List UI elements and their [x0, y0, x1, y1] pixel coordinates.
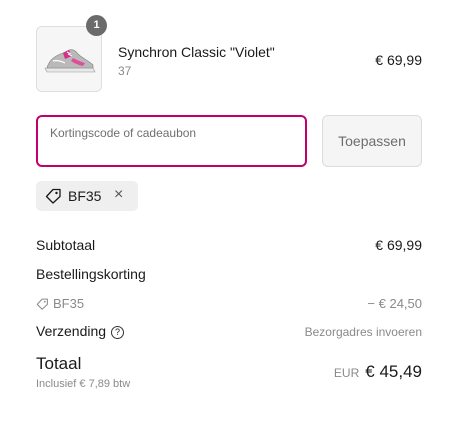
- total-label: Totaal: [36, 354, 82, 373]
- product-price: € 69,99: [375, 52, 422, 68]
- subtotal-label: Subtotaal: [36, 237, 96, 253]
- tag-icon: [36, 298, 48, 310]
- apply-discount-button[interactable]: Toepassen: [322, 115, 422, 167]
- discount-field-container[interactable]: [36, 115, 307, 167]
- total-value: EUR € 45,49: [334, 362, 422, 382]
- shipping-value: Bezorgadres invoeren: [304, 325, 422, 339]
- subtotal-value: € 69,99: [375, 237, 422, 253]
- product-name: Synchron Classic "Violet": [118, 44, 275, 60]
- summary-discount-code: BF35: [36, 296, 84, 311]
- applied-discount-chip: BF35 ×: [36, 181, 138, 211]
- summary-discount-code-text: BF35: [53, 296, 85, 311]
- tag-icon: [45, 188, 62, 209]
- quantity-badge: 1: [86, 15, 107, 36]
- product-thumbnail: [36, 26, 102, 92]
- help-icon[interactable]: ?: [111, 326, 125, 339]
- total-amount: € 45,49: [365, 362, 422, 381]
- shipping-label-text: Verzending: [36, 323, 107, 339]
- remove-discount-icon[interactable]: ×: [114, 186, 123, 204]
- tax-note: Inclusief € 7,89 btw: [36, 378, 131, 390]
- applied-discount-code: BF35: [68, 188, 102, 204]
- product-variant: 37: [118, 64, 132, 78]
- order-summary: 1 Synchron Classic "Violet" 37 € 69,99 T…: [0, 0, 475, 443]
- sneaker-image: [44, 49, 96, 73]
- order-discount-label: Bestellingskorting: [36, 266, 146, 282]
- shipping-label: Verzending?: [36, 323, 125, 339]
- discount-code-input[interactable]: [48, 121, 302, 145]
- total-currency: EUR: [333, 366, 360, 380]
- discount-amount: − € 24,50: [367, 296, 422, 311]
